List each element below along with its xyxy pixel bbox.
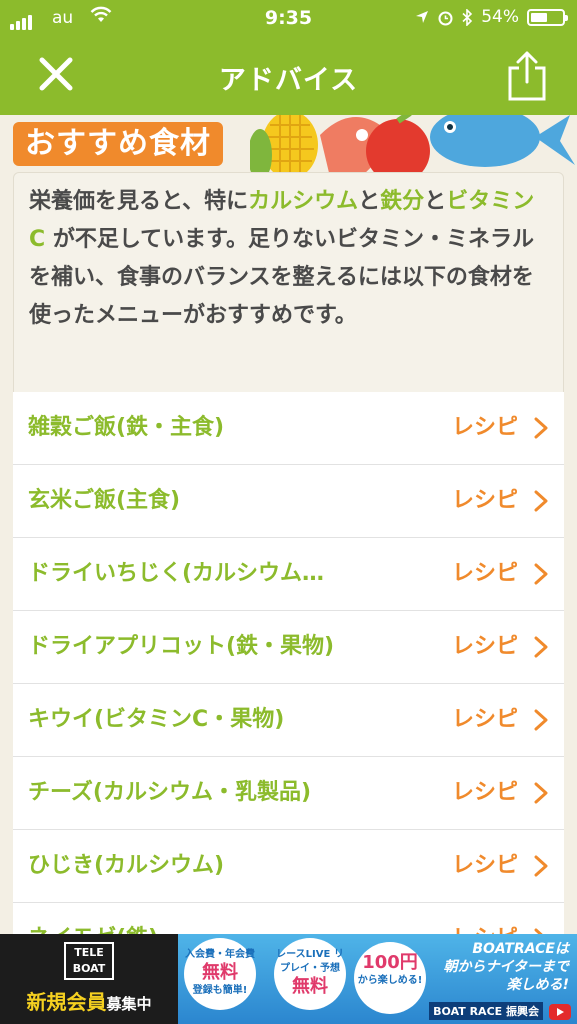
- highlight-nutrient: 鉄分: [380, 189, 425, 214]
- food-name: ドライアプリコット(鉄・果物): [28, 634, 335, 659]
- food-name: チーズ(カルシウム・乳製品): [28, 780, 312, 805]
- food-list-item[interactable]: キウイ(ビタミンC・果物) レシピ: [13, 684, 564, 757]
- bluetooth-icon: [462, 8, 473, 26]
- advertisement-banner[interactable]: TELE BOAT 新規会員募集中 入会費・年会費 無料 登録も簡単! レースLIVE…: [0, 934, 577, 1024]
- recipe-link[interactable]: レシピ: [452, 465, 518, 537]
- teleboat-ad[interactable]: TELE BOAT 新規会員募集中: [0, 934, 178, 1024]
- share-icon[interactable]: [505, 50, 549, 102]
- advice-card: 栄養価を見ると、特にカルシウムと鉄分とビタミンC が不足しています。足りないビタ…: [13, 172, 564, 393]
- section-heading: おすすめ食材: [13, 122, 223, 166]
- recipe-link[interactable]: レシピ: [452, 757, 518, 829]
- food-name: ひじき(カルシウム): [28, 853, 225, 878]
- intro-text-segment: 栄養価を見ると、特に: [29, 189, 249, 214]
- intro-text-segment: と: [424, 189, 447, 214]
- alarm-icon: [438, 11, 453, 25]
- navigation-bar: アドバイス: [0, 38, 577, 115]
- ad-slogan: BOATRACEは 朝からナイターまで 楽しめる!: [443, 941, 569, 993]
- ad-organization: BOAT RACE 振興会: [429, 1002, 543, 1020]
- recipe-link[interactable]: レシピ: [452, 538, 518, 610]
- chevron-right-icon: [534, 636, 548, 658]
- recipe-link[interactable]: レシピ: [452, 392, 518, 464]
- food-illustration: [250, 115, 575, 175]
- recipe-link[interactable]: レシピ: [452, 684, 518, 756]
- chevron-right-icon: [534, 563, 548, 585]
- intro-text-segment: と: [358, 189, 381, 214]
- ad-bubble-price: 100円 から楽しめる!: [354, 942, 426, 1014]
- ad-bubble-fee: 入会費・年会費 無料 登録も簡単!: [184, 938, 256, 1010]
- battery-icon: [527, 8, 568, 26]
- food-list-item[interactable]: ドライいちじく(カルシウム… レシピ: [13, 538, 564, 611]
- play-icon[interactable]: [549, 1004, 571, 1020]
- food-name: キウイ(ビタミンC・果物): [28, 707, 285, 732]
- chevron-right-icon: [534, 855, 548, 877]
- location-arrow-icon: [416, 11, 429, 23]
- boatrace-ad[interactable]: 入会費・年会費 無料 登録も簡単! レースLIVE リプレイ・予想 無料 100円 から…: [178, 934, 577, 1024]
- advice-text: 栄養価を見ると、特にカルシウムと鉄分とビタミンC が不足しています。足りないビタ…: [14, 173, 563, 392]
- food-list-item[interactable]: 雑穀ご飯(鉄・主食) レシピ: [13, 392, 564, 465]
- chevron-right-icon: [534, 709, 548, 731]
- food-name: 玄米ご飯(主食): [28, 488, 181, 513]
- recipe-link[interactable]: レシピ: [452, 611, 518, 683]
- highlight-nutrient: カルシウム: [248, 189, 359, 214]
- recipe-link[interactable]: レシピ: [452, 830, 518, 902]
- food-list-item[interactable]: 玄米ご飯(主食) レシピ: [13, 465, 564, 538]
- ad-cta: 新規会員募集中: [26, 990, 152, 1014]
- teleboat-logo: TELE BOAT: [64, 942, 114, 980]
- food-list-item[interactable]: ひじき(カルシウム) レシピ: [13, 830, 564, 903]
- chevron-right-icon: [534, 490, 548, 512]
- status-bar: au 9:35 54%: [0, 0, 577, 38]
- chevron-right-icon: [534, 782, 548, 804]
- chevron-right-icon: [534, 417, 548, 439]
- food-name: ドライいちじく(カルシウム…: [28, 561, 325, 586]
- food-list-item[interactable]: ドライアプリコット(鉄・果物) レシピ: [13, 611, 564, 684]
- battery-percent: 54%: [481, 7, 519, 27]
- recommended-foods-banner: おすすめ食材: [0, 115, 577, 175]
- intro-text-segment: が不足しています。足りないビタミン・ミネラルを補い、食事のバランスを整えるには以…: [29, 227, 534, 328]
- food-name: 雑穀ご飯(鉄・主食): [28, 415, 225, 440]
- ad-bubble-live: レースLIVE リプレイ・予想 無料: [274, 938, 346, 1010]
- food-list: 雑穀ご飯(鉄・主食) レシピ 玄米ご飯(主食) レシピ ドライいちじく(カルシウム… レシ…: [13, 392, 564, 976]
- food-list-item[interactable]: チーズ(カルシウム・乳製品) レシピ: [13, 757, 564, 830]
- page-title: アドバイス: [218, 65, 359, 96]
